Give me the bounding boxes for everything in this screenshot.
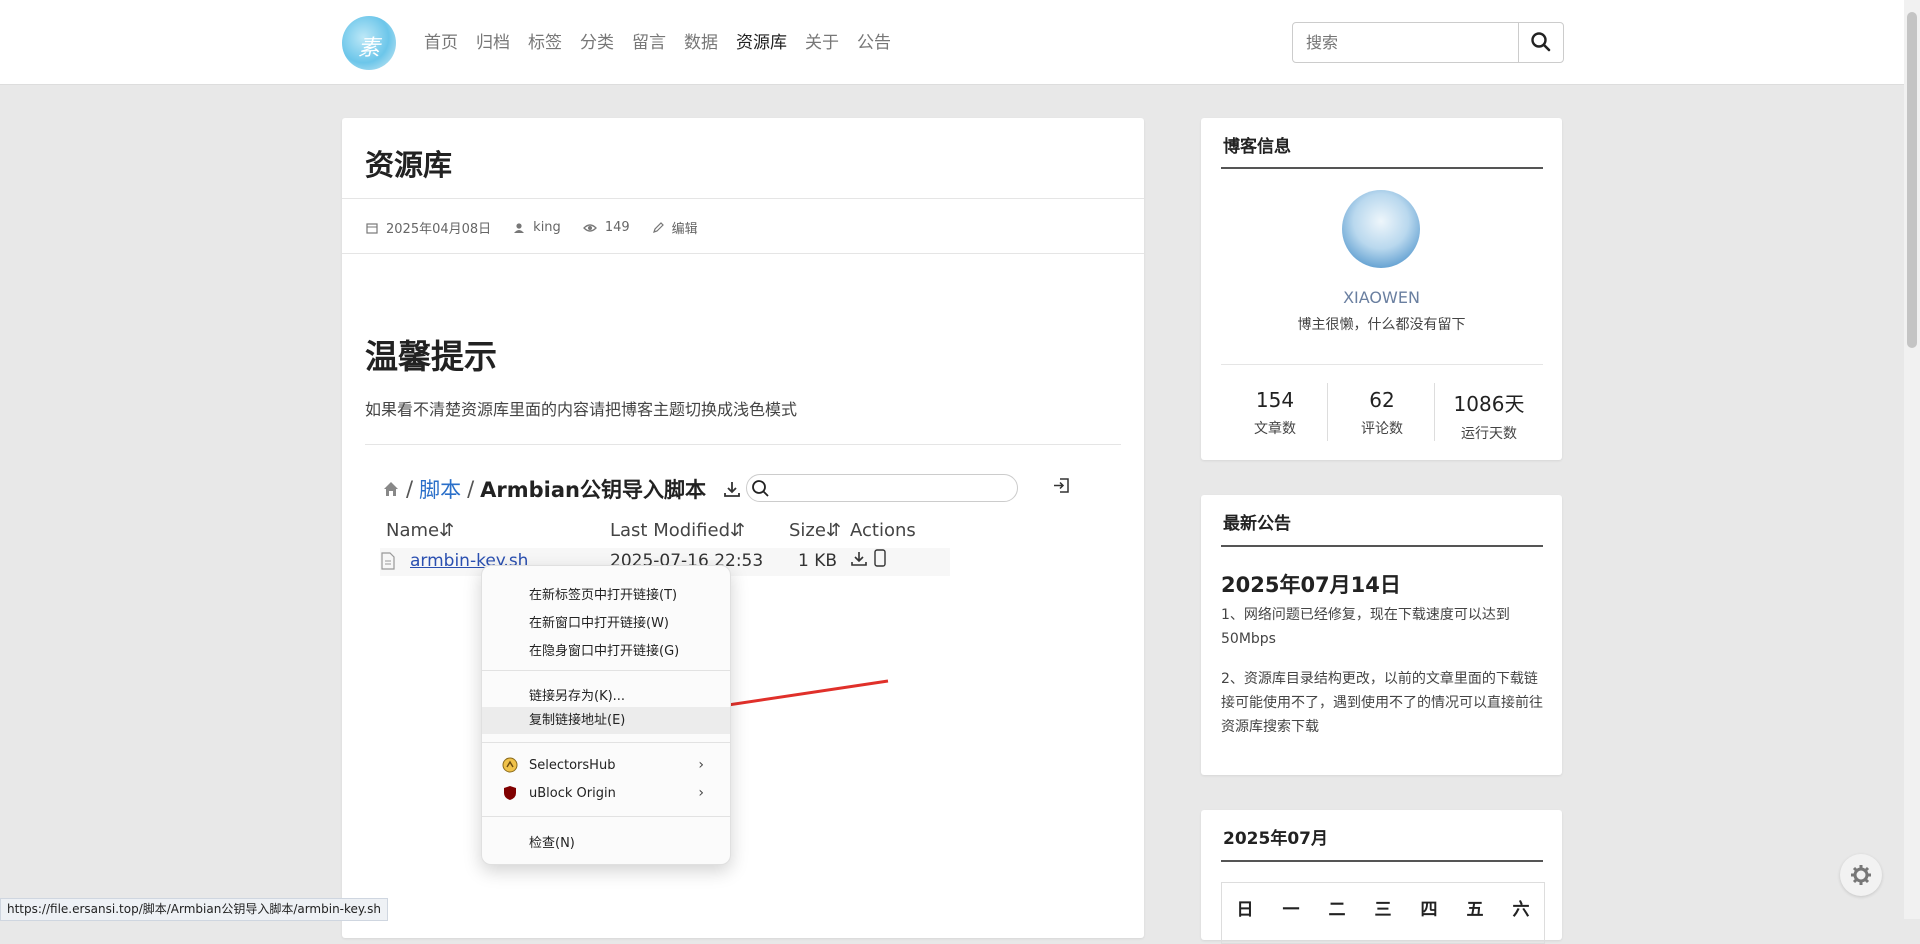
menu-item-selectorshub[interactable]: SelectorsHub — [529, 758, 615, 773]
context-menu: 在新标签页中打开链接(T) 在新窗口中打开链接(W) 在隐身窗口中打开链接(G)… — [481, 565, 731, 865]
menu-separator — [482, 816, 730, 817]
chevron-right-icon: › — [698, 785, 704, 801]
menu-item-save-link[interactable]: 链接另存为(K)... — [529, 685, 625, 704]
menu-item-inspect[interactable]: 检查(N) — [529, 832, 575, 851]
selectorshub-icon — [502, 757, 518, 773]
menu-separator — [482, 670, 730, 671]
menu-item-open-new-window[interactable]: 在新窗口中打开链接(W) — [529, 612, 669, 631]
menu-item-copy-link[interactable]: 复制链接地址(E) — [482, 707, 730, 734]
menu-item-open-new-tab[interactable]: 在新标签页中打开链接(T) — [529, 584, 677, 603]
menu-item-ublock[interactable]: uBlock Origin — [529, 786, 616, 801]
annotation-arrow — [640, 679, 889, 724]
ublock-icon — [504, 786, 516, 800]
chevron-right-icon: › — [698, 757, 704, 773]
menu-separator — [482, 742, 730, 743]
menu-item-open-incognito[interactable]: 在隐身窗口中打开链接(G) — [529, 640, 679, 659]
status-bar-url: https://file.ersansi.top/脚本/Armbian公钥导入脚… — [0, 898, 388, 921]
